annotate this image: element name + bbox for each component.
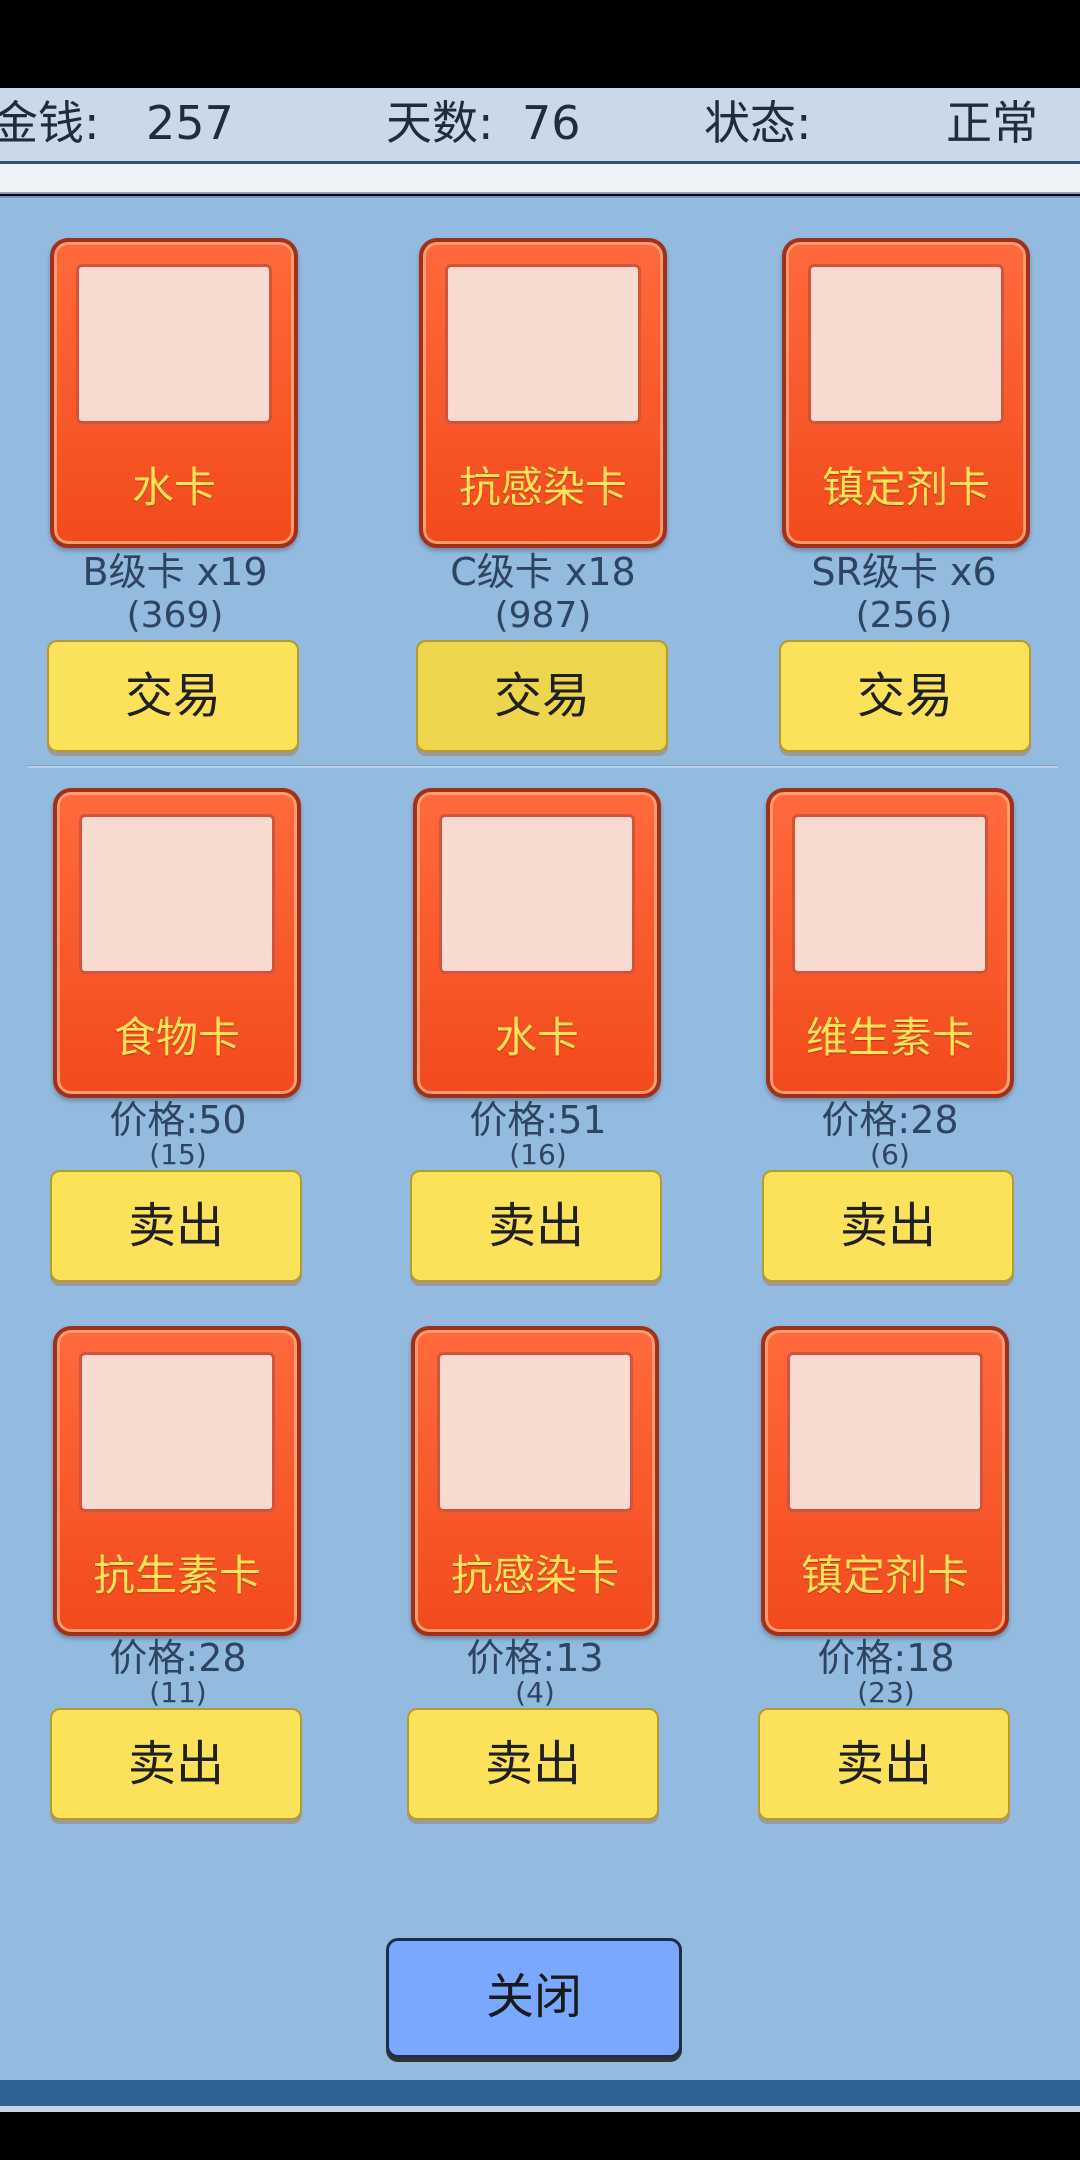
card-grade: B级卡 x19: [82, 550, 268, 594]
card-art: [437, 1352, 633, 1512]
money-label: 金钱:: [0, 96, 100, 150]
card-name: 水卡: [131, 463, 216, 512]
card-name: 抗感染卡: [450, 1551, 619, 1600]
card-art: [76, 264, 272, 424]
section-divider: [28, 766, 1058, 768]
close-button[interactable]: 关闭: [386, 1938, 682, 2058]
card-name: 食物卡: [113, 1013, 240, 1062]
panel-bottom-line: [0, 2106, 1080, 2112]
trade-card-anti-infection[interactable]: 抗感染卡: [419, 238, 667, 548]
card-price: 价格:28: [821, 1098, 959, 1142]
card-grade: C级卡 x18: [450, 550, 636, 594]
card-art: [792, 814, 988, 974]
card-count: (4): [515, 1676, 555, 1709]
sell-info-anti-infection: 价格:13 (4): [405, 1636, 665, 1709]
card-art: [808, 264, 1004, 424]
card-art: [439, 814, 635, 974]
sell-button[interactable]: 卖出: [50, 1170, 302, 1282]
sub-bar: [0, 164, 1080, 194]
card-price: 价格:18: [817, 1636, 955, 1680]
card-value: (369): [126, 595, 224, 636]
trade-button[interactable]: 交易: [779, 640, 1031, 752]
card-count: (15): [149, 1138, 207, 1171]
sell-info-sedative: 价格:18 (23): [756, 1636, 1016, 1709]
card-count: (16): [509, 1138, 567, 1171]
trade-info-sedative: SR级卡 x6 (256): [774, 550, 1034, 638]
card-grade: SR级卡 x6: [811, 550, 997, 594]
card-count: (11): [149, 1676, 207, 1709]
days-value: 76: [522, 96, 581, 150]
trade-button[interactable]: 交易: [416, 640, 668, 752]
card-art: [445, 264, 641, 424]
sell-info-water: 价格:51 (16): [408, 1098, 668, 1171]
sell-info-food: 价格:50 (15): [48, 1098, 308, 1171]
card-price: 价格:13: [466, 1636, 604, 1680]
state-value: 正常: [946, 96, 1038, 150]
sell-info-antibiotic: 价格:28 (11): [48, 1636, 308, 1709]
sell-card-anti-infection[interactable]: 抗感染卡: [411, 1326, 659, 1636]
card-price: 价格:51: [469, 1098, 607, 1142]
trade-card-water[interactable]: 水卡: [50, 238, 298, 548]
card-art: [787, 1352, 983, 1512]
trade-info-water: B级卡 x19 (369): [45, 550, 305, 638]
card-name: 镇定剂卡: [800, 1551, 969, 1600]
sell-card-vitamin[interactable]: 维生素卡: [766, 788, 1014, 1098]
sell-card-antibiotic[interactable]: 抗生素卡: [53, 1326, 301, 1636]
card-name: 镇定剂卡: [821, 463, 990, 512]
sell-button[interactable]: 卖出: [410, 1170, 662, 1282]
days-label: 天数:: [386, 96, 494, 150]
panel-bottom-bar: [0, 2080, 1080, 2106]
sell-button[interactable]: 卖出: [762, 1170, 1014, 1282]
state-label: 状态:: [704, 96, 812, 150]
trade-card-sedative[interactable]: 镇定剂卡: [782, 238, 1030, 548]
card-value: (987): [494, 595, 592, 636]
sell-card-water[interactable]: 水卡: [413, 788, 661, 1098]
sell-button[interactable]: 卖出: [758, 1708, 1010, 1820]
sell-card-food[interactable]: 食物卡: [53, 788, 301, 1098]
card-name: 水卡: [494, 1013, 579, 1062]
card-name: 维生素卡: [805, 1013, 974, 1062]
card-count: (6): [870, 1138, 910, 1171]
card-count: (23): [857, 1676, 915, 1709]
card-name: 抗生素卡: [92, 1551, 261, 1600]
card-value: (256): [855, 595, 953, 636]
trade-button[interactable]: 交易: [47, 640, 299, 752]
card-art: [79, 1352, 275, 1512]
sell-card-sedative[interactable]: 镇定剂卡: [761, 1326, 1009, 1636]
sell-button[interactable]: 卖出: [50, 1708, 302, 1820]
sell-button[interactable]: 卖出: [407, 1708, 659, 1820]
card-price: 价格:50: [109, 1098, 247, 1142]
status-bar: 金钱: 257 天数: 76 状态: 正常: [0, 88, 1080, 164]
trade-info-anti-infection: C级卡 x18 (987): [413, 550, 673, 638]
shop-panel: 水卡 B级卡 x19 (369) 交易 抗感染卡 C级卡 x18 (987) 交…: [0, 196, 1080, 2080]
card-name: 抗感染卡: [458, 463, 627, 512]
sell-info-vitamin: 价格:28 (6): [760, 1098, 1020, 1171]
money-value: 257: [146, 96, 234, 150]
card-art: [79, 814, 275, 974]
card-price: 价格:28: [109, 1636, 247, 1680]
